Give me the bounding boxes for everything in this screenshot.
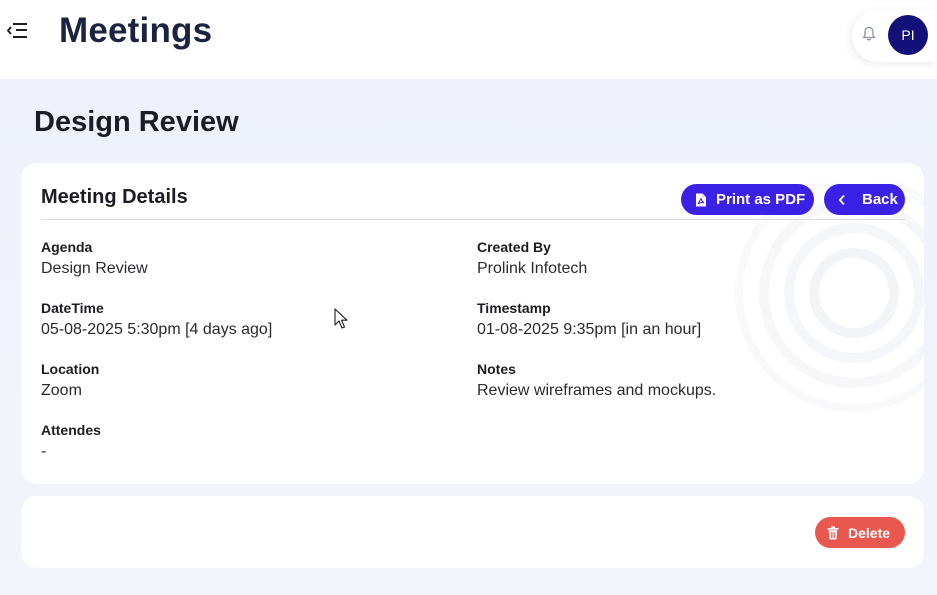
- agenda-value: Design Review: [41, 260, 148, 277]
- user-avatar[interactable]: PI: [888, 15, 928, 55]
- back-label: Back: [862, 191, 898, 208]
- datetime-value: 05-08-2025 5:30pm [4 days ago]: [41, 321, 273, 338]
- created-by-label: Created By: [477, 239, 551, 255]
- chevron-left-icon: [838, 194, 845, 205]
- print-pdf-button[interactable]: Print as PDF: [681, 184, 814, 215]
- timestamp-value: 01-08-2025 9:35pm [in an hour]: [477, 321, 702, 338]
- top-bar: Meetings: [0, 0, 937, 79]
- delete-button[interactable]: Delete: [815, 517, 905, 548]
- trash-icon: [827, 525, 839, 539]
- created-by-value: Prolink Infotech: [477, 260, 588, 277]
- notes-value: Review wireframes and mockups.: [477, 382, 717, 399]
- agenda-label: Agenda: [41, 239, 93, 255]
- title-divider: [41, 219, 905, 220]
- timestamp-label: Timestamp: [477, 300, 551, 316]
- actions-card: Delete: [21, 496, 924, 568]
- meeting-title: Design Review: [34, 106, 239, 138]
- menu-collapse-icon[interactable]: [6, 21, 28, 41]
- location-label: Location: [41, 361, 100, 377]
- print-pdf-label: Print as PDF: [716, 191, 806, 208]
- attendees-label: Attendes: [41, 422, 101, 438]
- delete-label: Delete: [848, 524, 891, 541]
- pdf-file-icon: [696, 193, 706, 206]
- meeting-details-card: Meeting Details Print as PDF Back Agenda…: [21, 163, 924, 484]
- datetime-label: DateTime: [41, 300, 104, 316]
- card-title: Meeting Details: [41, 186, 188, 208]
- back-button[interactable]: Back: [824, 184, 905, 215]
- bell-icon[interactable]: [860, 25, 878, 43]
- location-value: Zoom: [41, 382, 82, 399]
- attendees-value: -: [41, 443, 47, 460]
- notes-label: Notes: [477, 361, 516, 377]
- background-watermark: [735, 183, 924, 412]
- page-heading: Meetings: [59, 11, 213, 50]
